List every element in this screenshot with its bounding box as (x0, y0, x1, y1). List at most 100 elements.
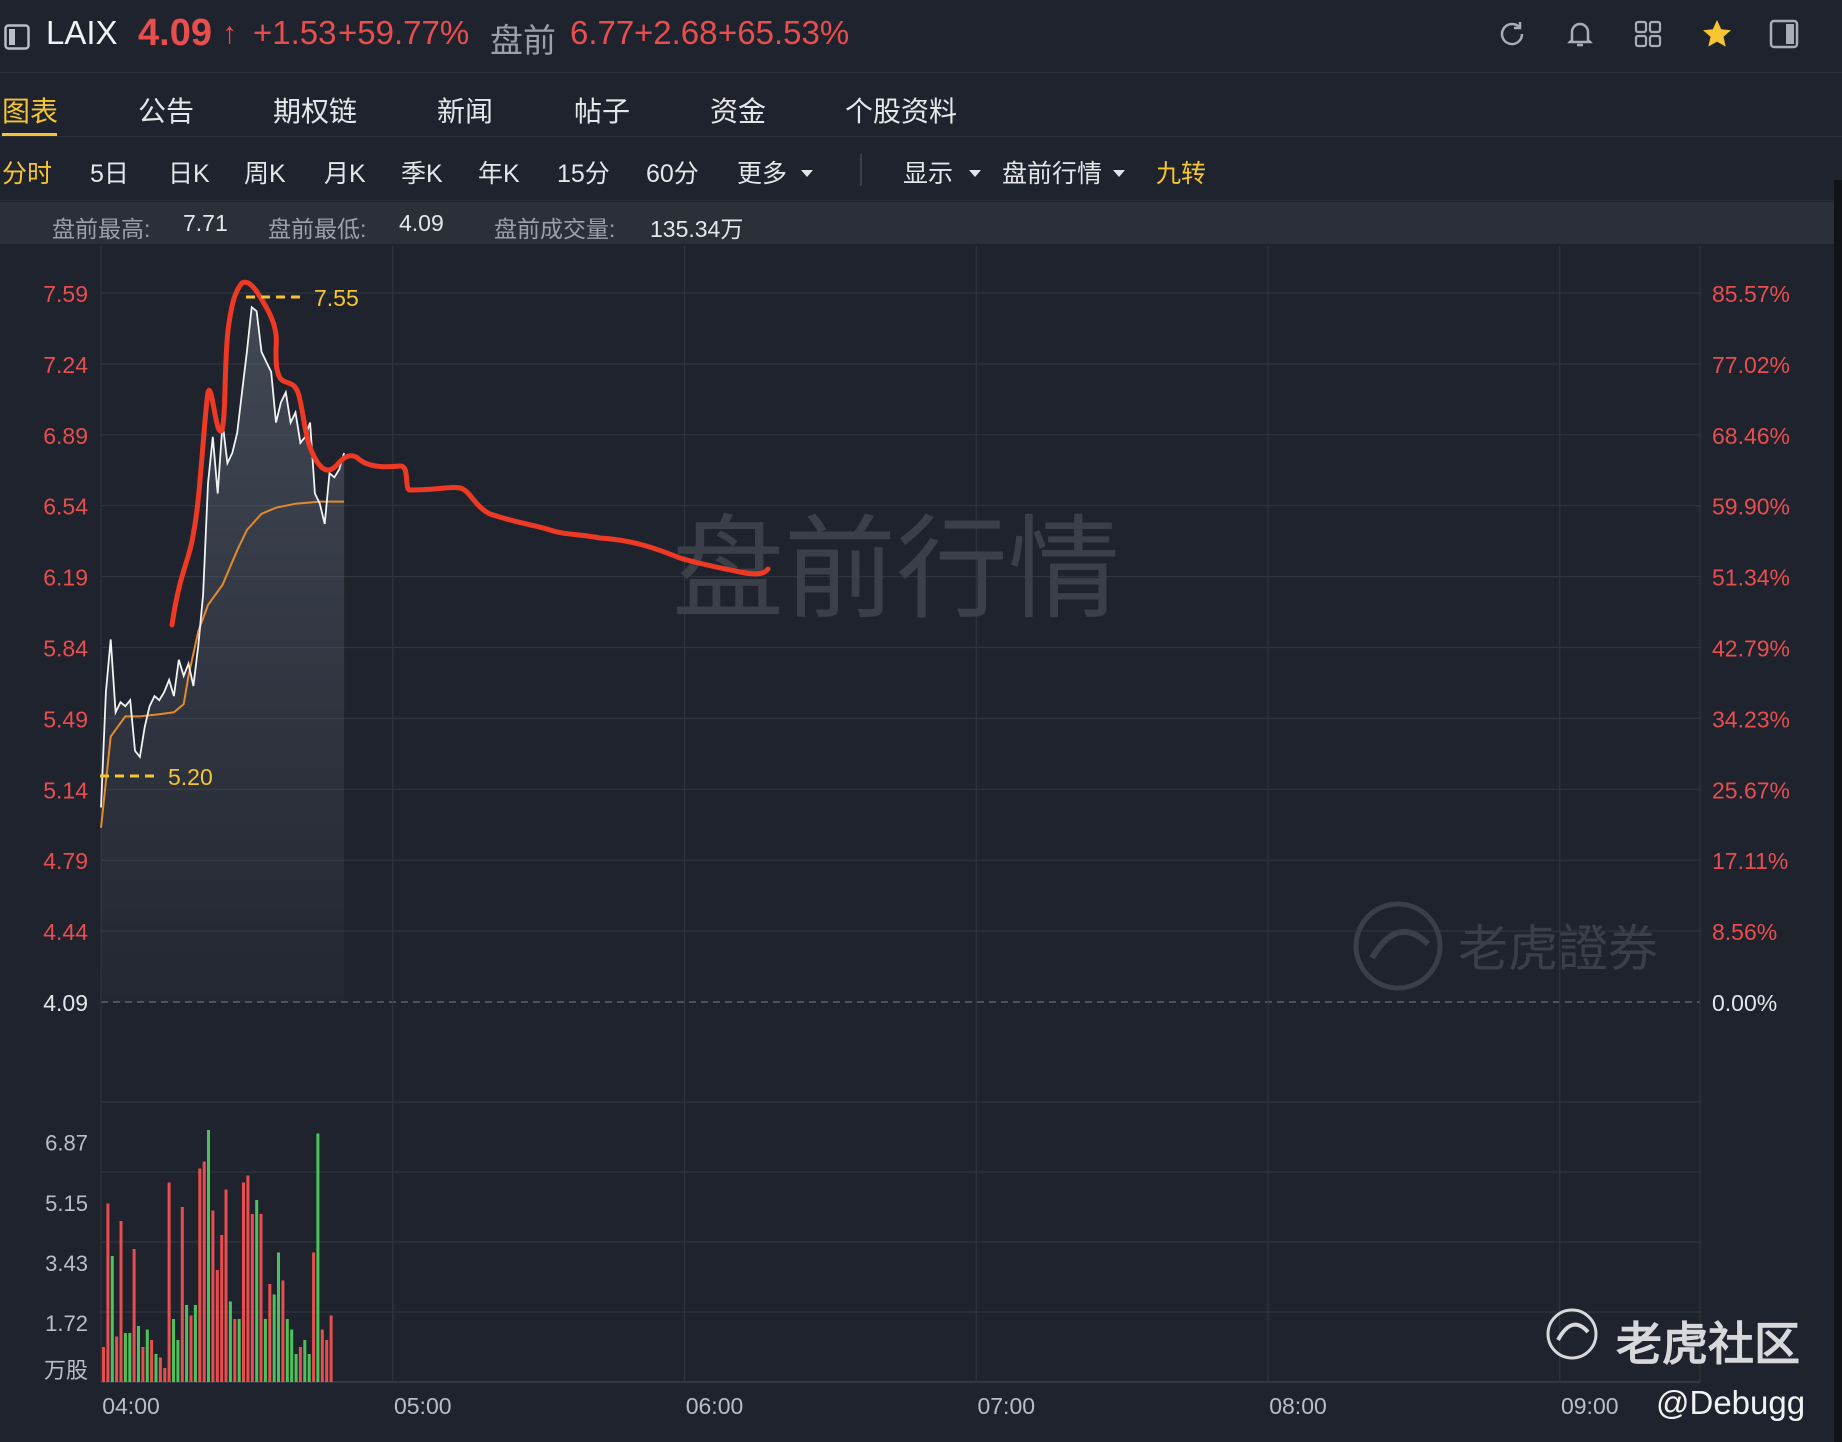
volume-bar (255, 1200, 259, 1382)
intraday-chart[interactable]: 盘前行情 老虎證券 7.597.246.896.546.195.845.495.… (0, 246, 1842, 1442)
refresh-icon[interactable] (1496, 18, 1528, 50)
display-dropdown-icon[interactable] (968, 166, 982, 184)
tab-options-chain[interactable]: 期权链 (273, 90, 357, 130)
active-tab-indicator (2, 133, 57, 136)
volume-bar (307, 1354, 311, 1382)
volume-bar (329, 1315, 333, 1382)
premarket-menu[interactable]: 盘前行情 (1002, 154, 1102, 190)
volume-bar (137, 1326, 140, 1382)
x-tick: 07:00 (977, 1393, 1035, 1419)
y-tick-left: 4.79 (43, 848, 88, 874)
high-marker: 7.55 (246, 285, 359, 311)
volume-y-tick: 1.72 (45, 1311, 88, 1336)
period-60min[interactable]: 60分 (646, 154, 699, 190)
tab-news[interactable]: 新闻 (437, 90, 493, 130)
y-tick-right: 68.46% (1712, 423, 1790, 449)
volume-bar (145, 1329, 149, 1382)
y-tick-right: 8.56% (1712, 919, 1777, 945)
last-price: 4.09 (138, 12, 212, 54)
tab-posts[interactable]: 帖子 (574, 90, 630, 130)
volume-bar (320, 1329, 324, 1382)
premarket-low-value: 4.09 (399, 210, 444, 236)
premarket-high-label: 盘前最高: (52, 216, 151, 242)
volume-layer (102, 1130, 333, 1382)
volume-y-tick: 3.43 (45, 1251, 88, 1276)
period-weekly[interactable]: 周K (244, 154, 286, 190)
volume-bar (242, 1182, 245, 1382)
tab-chart[interactable]: 图表 (2, 90, 58, 130)
period-5day[interactable]: 5日 (90, 154, 129, 190)
price-up-arrow-icon: ↑ (222, 17, 237, 50)
volume-bar (176, 1340, 180, 1382)
premarket-volume-label: 盘前成交量: (494, 216, 616, 242)
volume-bar (141, 1347, 145, 1382)
premarket-dropdown-icon[interactable] (1112, 166, 1126, 184)
x-tick: 09:00 (1561, 1393, 1619, 1419)
y-tick-left: 7.24 (43, 352, 88, 378)
premarket-change-pct: +65.53% (718, 14, 850, 51)
volume-bar (106, 1203, 110, 1382)
bell-icon[interactable] (1564, 18, 1596, 50)
low-marker-label: 5.20 (168, 764, 213, 790)
premarket-high-value: 7.71 (183, 210, 228, 236)
nine-turn-indicator[interactable]: 九转 (1156, 154, 1206, 190)
volume-y-tick: 5.15 (45, 1191, 88, 1216)
volume-bar (198, 1168, 202, 1382)
premarket-label: 盘前 (490, 22, 556, 59)
y-tick-right: 34.23% (1712, 706, 1790, 732)
volume-bar (298, 1347, 302, 1382)
tab-company-profile[interactable]: 个股资料 (845, 90, 957, 130)
volume-bar (150, 1340, 154, 1382)
volume-bar (281, 1280, 285, 1382)
y-tick-left: 6.54 (43, 494, 88, 520)
volume-bar (285, 1319, 289, 1382)
volume-bar (189, 1315, 193, 1382)
volume-bar (215, 1270, 219, 1382)
volume-bar (102, 1347, 105, 1382)
panel-toggle-icon[interactable] (1768, 18, 1800, 50)
y-tick-left: 6.89 (43, 423, 88, 449)
volume-bar (185, 1305, 189, 1382)
premarket-low-label: 盘前最低: (268, 216, 367, 242)
period-more[interactable]: 更多 (737, 154, 787, 190)
x-tick: 05:00 (394, 1393, 452, 1419)
period-monthly[interactable]: 月K (324, 154, 366, 190)
display-menu[interactable]: 显示 (903, 154, 953, 190)
volume-bar (316, 1133, 320, 1382)
sidebar-toggle-icon[interactable] (4, 24, 30, 50)
period-15min[interactable]: 15分 (557, 154, 610, 190)
community-watermark-text: 老虎社区 (1616, 1318, 1800, 1370)
favorite-star-icon[interactable] (1700, 17, 1734, 51)
period-daily[interactable]: 日K (168, 154, 210, 190)
volume-bar (167, 1182, 171, 1382)
y-tick-left: 6.19 (43, 565, 88, 591)
volume-bar (123, 1333, 127, 1382)
grid-icon[interactable] (1632, 18, 1664, 50)
volume-bar (312, 1252, 316, 1382)
y-tick-left: 4.44 (43, 919, 88, 945)
y-tick-right: 85.57% (1712, 281, 1790, 307)
volume-bar (110, 1256, 114, 1382)
volume-bar (325, 1340, 329, 1382)
period-yearly[interactable]: 年K (478, 154, 520, 190)
volume-bar (272, 1294, 276, 1382)
tab-capital-flow[interactable]: 资金 (710, 90, 766, 130)
volume-bar (202, 1161, 206, 1382)
y-tick-left: 5.49 (43, 706, 88, 732)
volume-bar (303, 1340, 307, 1382)
volume-bar (246, 1175, 250, 1382)
premarket-change: +2.68 (634, 14, 718, 51)
y-tick-right: 42.79% (1712, 636, 1790, 662)
toolbar-divider (860, 154, 862, 186)
volume-bar (115, 1336, 119, 1382)
volume-bar (277, 1252, 280, 1382)
volume-bar (294, 1354, 298, 1382)
period-quarterly[interactable]: 季K (401, 154, 443, 190)
scrollbar-track[interactable] (1834, 180, 1842, 1442)
period-intraday[interactable]: 分时 (2, 154, 52, 190)
more-dropdown-icon[interactable] (800, 166, 814, 184)
tab-announcements[interactable]: 公告 (138, 90, 194, 130)
y-tick-left: 7.59 (43, 281, 88, 307)
volume-y-tick: 6.87 (45, 1131, 88, 1156)
volume-bar (263, 1319, 267, 1382)
